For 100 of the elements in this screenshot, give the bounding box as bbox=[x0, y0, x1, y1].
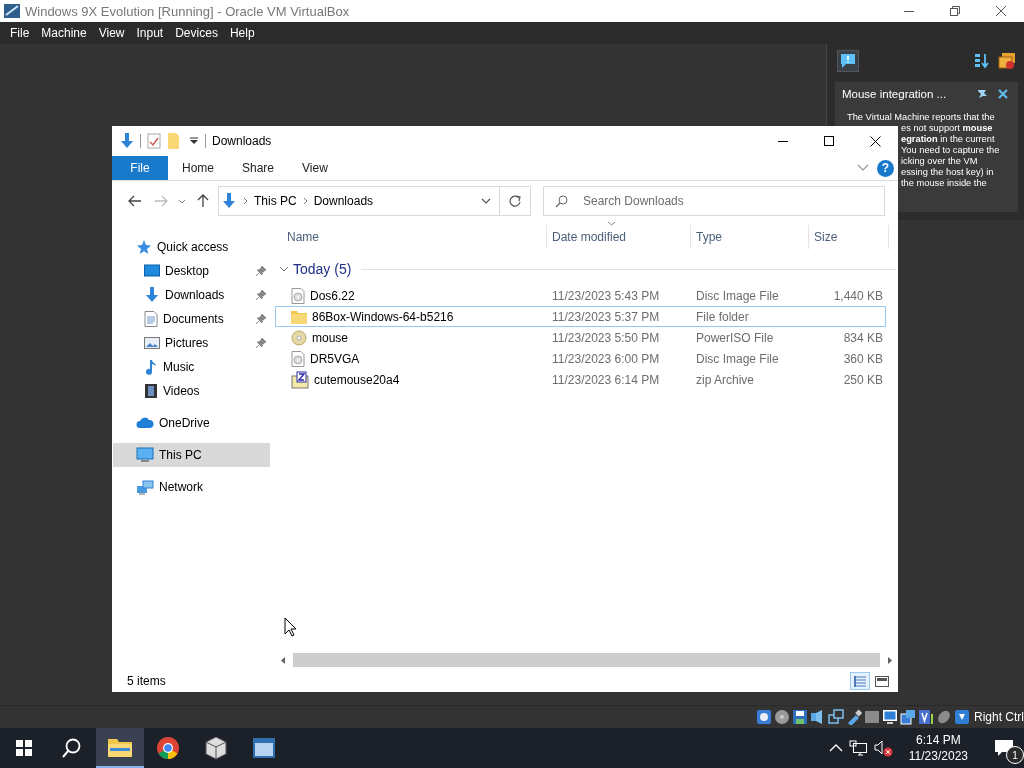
menu-item[interactable]: Help bbox=[223, 26, 261, 40]
nav-item[interactable]: Quick access bbox=[113, 235, 270, 259]
date-cell-text: 11/23/2023 5:37 PM bbox=[551, 309, 661, 324]
pictures-icon bbox=[144, 336, 160, 350]
window-title: Windows 9X Evolution [Running] - Oracle VM VirtualBox bbox=[25, 3, 350, 19]
file-name: cutemouse20a4 bbox=[314, 372, 400, 387]
window-icon bbox=[252, 737, 276, 759]
sort-icon[interactable] bbox=[974, 53, 990, 69]
nav-item[interactable]: Documents bbox=[113, 307, 270, 331]
ribbon-tab[interactable]: View bbox=[288, 156, 342, 180]
chevron-up-icon[interactable] bbox=[828, 744, 843, 752]
type-cell-text: Disc Image File bbox=[695, 288, 780, 303]
muted-speaker-icon[interactable] bbox=[872, 739, 893, 757]
scrollbar-thumb[interactable] bbox=[293, 653, 880, 667]
computer-icon bbox=[136, 447, 154, 463]
folder-icon bbox=[108, 737, 132, 757]
file-row[interactable]: Dos6.22 11/23/2023 5:43 PM Disc Image File 1,440 KB bbox=[275, 285, 886, 306]
stacked-windows-icon[interactable] bbox=[998, 52, 1016, 70]
caret-down-icon bbox=[178, 198, 186, 204]
ribbon-tab[interactable]: Share bbox=[228, 156, 289, 180]
taskbar-app[interactable] bbox=[96, 728, 144, 768]
chevron-down-icon[interactable] bbox=[279, 264, 289, 274]
column-header[interactable]: Type bbox=[691, 225, 809, 249]
disc-file-icon bbox=[291, 350, 305, 367]
nav-item[interactable]: Downloads bbox=[113, 283, 270, 307]
star-icon bbox=[136, 239, 152, 255]
round-logo-icon bbox=[156, 736, 180, 760]
preview-view-icon bbox=[875, 674, 889, 688]
file-row[interactable]: DR5VGA 11/23/2023 6:00 PM Disc Image File 360 KB bbox=[275, 348, 886, 369]
document-icon bbox=[144, 311, 158, 327]
file-row[interactable]: 86Box-Windows-64-b5216 11/23/2023 5:37 PM File folder bbox=[275, 306, 886, 327]
pin-icon bbox=[256, 290, 266, 300]
column-header[interactable]: Size bbox=[809, 225, 889, 249]
ribbon-tab[interactable]: Home bbox=[168, 156, 228, 180]
scroll-right-icon[interactable] bbox=[887, 655, 893, 665]
file-name: DR5VGA bbox=[310, 351, 360, 366]
breadcrumb[interactable]: This PC bbox=[254, 194, 297, 208]
pin-icon bbox=[256, 338, 266, 348]
column-header[interactable]: Name bbox=[275, 225, 547, 249]
type-cell-text: PowerISO File bbox=[695, 330, 775, 345]
type-cell-text: File folder bbox=[695, 309, 750, 324]
music-note-icon bbox=[144, 359, 158, 375]
notification-text-line: You need to capture the bbox=[901, 145, 1000, 156]
search-field[interactable]: Search Downloads bbox=[543, 186, 885, 216]
pin-icon[interactable] bbox=[977, 89, 988, 99]
floppy-icon bbox=[792, 709, 808, 725]
mouse-pointer-icon bbox=[284, 617, 297, 637]
network-icon[interactable] bbox=[848, 740, 867, 756]
menu-item[interactable]: File bbox=[4, 26, 36, 40]
close-icon[interactable] bbox=[998, 89, 1008, 99]
menu-item[interactable]: Input bbox=[130, 26, 170, 40]
close-icon bbox=[996, 6, 1006, 16]
column-header[interactable]: Date modified bbox=[547, 225, 691, 249]
nav-item[interactable]: OneDrive bbox=[113, 411, 270, 435]
details-view-icon bbox=[853, 674, 867, 688]
properties-icon[interactable] bbox=[147, 133, 161, 149]
menu-item[interactable]: Devices bbox=[169, 26, 224, 40]
size-cell-text: 834 KB bbox=[842, 330, 883, 345]
network-icon bbox=[136, 479, 154, 495]
notification-text-line: the mouse inside the bbox=[901, 178, 987, 189]
disc-file-icon bbox=[291, 287, 305, 304]
forward-arrow-icon bbox=[154, 195, 168, 207]
caret-down-icon[interactable] bbox=[189, 137, 199, 145]
file-row[interactable]: cutemouse20a4 11/23/2023 6:14 PM zip Archive 250 KB bbox=[275, 369, 886, 390]
nav-item[interactable]: Network bbox=[113, 475, 270, 499]
nav-item[interactable]: Videos bbox=[113, 379, 270, 403]
search-icon bbox=[555, 195, 568, 208]
nav-item[interactable]: Desktop bbox=[113, 259, 270, 283]
menu-item[interactable]: Machine bbox=[35, 26, 93, 40]
notification-title: Mouse integration ... bbox=[842, 88, 948, 100]
scroll-left-icon[interactable] bbox=[280, 655, 286, 665]
nav-item[interactable]: This PC bbox=[113, 443, 270, 467]
size-cell-text: 250 KB bbox=[842, 372, 883, 387]
archive-icon bbox=[291, 370, 309, 389]
message-icon[interactable] bbox=[837, 50, 859, 72]
breadcrumb[interactable]: Downloads bbox=[313, 194, 374, 208]
ribbon-tab[interactable]: File bbox=[112, 156, 168, 180]
file-row[interactable]: mouse 11/23/2023 5:50 PM PowerISO File 834 KB bbox=[275, 327, 886, 348]
nav-item[interactable]: Music bbox=[113, 355, 270, 379]
download-arrow-icon[interactable] bbox=[120, 133, 134, 149]
clock-date[interactable]: 11/23/2023 bbox=[908, 748, 968, 764]
help-button[interactable]: ? bbox=[877, 159, 894, 177]
download-arrow-icon bbox=[144, 287, 160, 303]
file-name: Dos6.22 bbox=[310, 288, 355, 303]
item-count: 5 items bbox=[127, 674, 166, 688]
view-button[interactable] bbox=[850, 672, 870, 690]
chevron-down-icon[interactable] bbox=[481, 198, 491, 204]
cube-icon bbox=[205, 736, 227, 760]
date-cell-text: 11/23/2023 6:14 PM bbox=[551, 372, 661, 387]
notification-text-line: The Virtual Machine reports that the bbox=[847, 112, 995, 123]
nav-item[interactable]: Pictures bbox=[113, 331, 270, 355]
disc-icon bbox=[774, 709, 790, 725]
size-cell-text: 360 KB bbox=[842, 351, 883, 366]
clock-time[interactable]: 6:14 PM bbox=[916, 732, 961, 748]
notification-text-line: egration in the current bbox=[901, 134, 995, 145]
windows-logo-icon bbox=[16, 740, 32, 756]
back-arrow-icon bbox=[128, 195, 142, 207]
notification-text-line: icking over the VM bbox=[901, 156, 978, 167]
menu-item[interactable]: View bbox=[92, 26, 131, 40]
cd-icon bbox=[291, 329, 307, 346]
